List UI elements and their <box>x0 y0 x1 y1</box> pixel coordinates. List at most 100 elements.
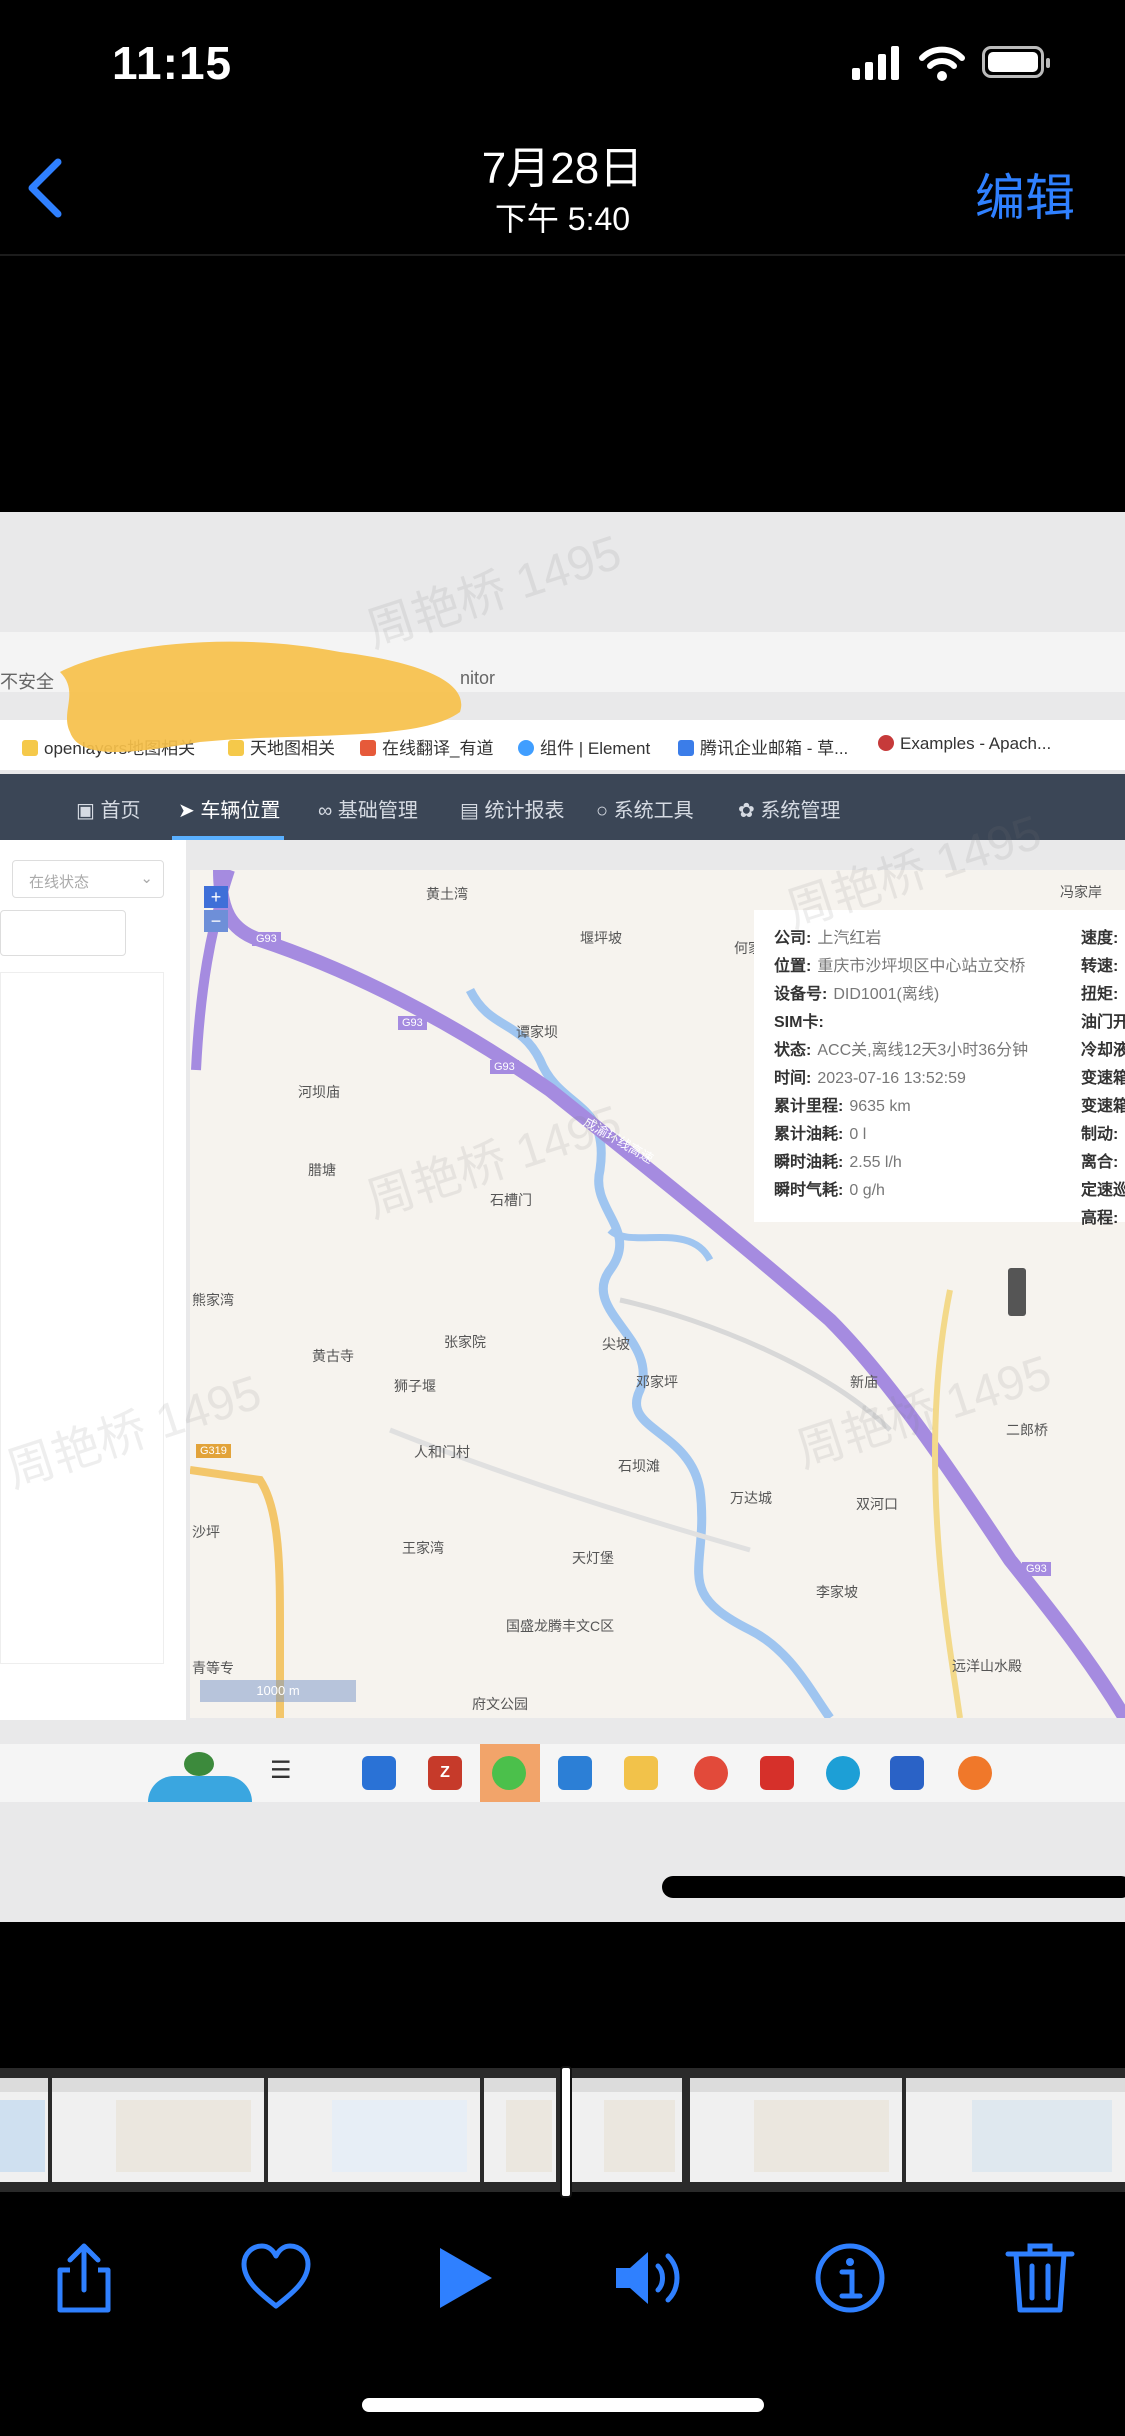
left-panel: 在线状态 ⌄ <box>0 840 186 1720</box>
map-place-label: 青等专 <box>192 1660 234 1676</box>
app-icon[interactable] <box>362 1756 396 1790</box>
vehicle-tree[interactable] <box>0 972 164 1664</box>
info-label: 变速箱 <box>1081 1098 1125 1115</box>
info-label: 冷却液 <box>1081 1042 1125 1059</box>
map-place-label: 黄古寺 <box>312 1348 354 1364</box>
nav-basic-management[interactable]: ∞ 基础管理 <box>318 794 418 823</box>
bookmark-item[interactable]: 组件 | Element <box>518 734 650 759</box>
home-indicator <box>362 2398 764 2412</box>
map-place-label: 腊塘 <box>308 1162 336 1178</box>
element-icon <box>518 740 534 756</box>
info-label: 制动: <box>1081 1126 1119 1143</box>
map-place-label: 邓家坪 <box>636 1374 678 1390</box>
speaker-icon[interactable] <box>612 2240 688 2316</box>
info-label: 高程: <box>1081 1210 1119 1227</box>
map-place-label: 天灯堡 <box>572 1550 614 1566</box>
zoom-in-button[interactable]: + <box>204 886 228 908</box>
bookmark-item[interactable]: Examples - Apach... <box>878 734 1051 754</box>
playhead[interactable] <box>560 2066 572 2198</box>
online-status-select[interactable]: 在线状态 ⌄ <box>12 860 164 898</box>
nav-divider <box>0 254 1125 256</box>
filmstrip-thumbnail <box>0 2078 48 2182</box>
filezilla-icon[interactable]: Z <box>428 1756 462 1790</box>
status-time: 11:15 <box>112 37 233 89</box>
vehicle-marker-icon[interactable] <box>1008 1268 1026 1316</box>
info-label: 扭矩: <box>1081 986 1119 1003</box>
filmstrip-thumbnail <box>268 2078 480 2182</box>
folder-icon <box>22 740 38 756</box>
app-icon[interactable] <box>890 1756 924 1790</box>
nav-reports[interactable]: ▤ 统计报表 <box>460 794 564 823</box>
map-place-label: 熊家湾 <box>192 1292 234 1308</box>
map-place-label: 黄土湾 <box>426 886 468 902</box>
map-place-label: 冯家岸 <box>1060 884 1102 900</box>
island-wallpaper-icon <box>148 1744 252 1802</box>
filmstrip-thumbnail <box>690 2078 902 2182</box>
heart-icon[interactable] <box>238 2240 314 2316</box>
map-place-label: 府文公园 <box>472 1696 528 1712</box>
task-view-icon[interactable]: ☰ <box>270 1756 304 1790</box>
nav-system-tools[interactable]: ○ 系统工具 <box>596 794 694 823</box>
map-place-label: 万达城 <box>730 1490 772 1506</box>
apache-icon <box>878 735 894 751</box>
mail-icon <box>678 740 694 756</box>
edge-icon[interactable] <box>826 1756 860 1790</box>
zoom-out-button[interactable]: − <box>204 910 228 932</box>
nav-title: 7月28日 <box>481 144 644 193</box>
info-label: 定速巡 <box>1081 1182 1125 1199</box>
info-label: 离合: <box>1081 1154 1119 1171</box>
desktop-taskbar: ☰ Z <box>0 1744 1125 1802</box>
edit-button[interactable]: 编辑 <box>975 158 1075 230</box>
map-place-label: 张家院 <box>444 1334 486 1350</box>
map-place-label: 河坝庙 <box>298 1084 340 1100</box>
map-place-label: 李家坡 <box>816 1584 858 1600</box>
road-shield: G319 <box>196 1444 231 1458</box>
info-label: 变速箱 <box>1081 1070 1125 1087</box>
nav-home[interactable]: ▣ 首页 <box>76 794 140 823</box>
cellular-signal-icon <box>852 46 902 80</box>
battery-icon <box>982 46 1050 78</box>
map-place-label: 石槽门 <box>490 1192 532 1208</box>
video-frame[interactable]: 不安全 nitor openlayers地图相关 天地图相关 在线翻译_有道 组… <box>0 512 1125 1922</box>
nav-subtitle: 下午 5:40 <box>494 201 631 237</box>
info-label: 速度: <box>1081 930 1119 947</box>
map-place-label: 二郎桥 <box>1006 1422 1048 1438</box>
filmstrip-thumbnail <box>484 2078 556 2182</box>
share-icon[interactable] <box>46 2240 122 2316</box>
filmstrip-thumbnail <box>906 2078 1125 2182</box>
recorded-home-indicator <box>662 1876 1125 1898</box>
map-place-label: 堰坪坡 <box>580 930 622 946</box>
wechat-icon[interactable] <box>480 1744 540 1802</box>
map-place-label: 王家湾 <box>402 1540 444 1556</box>
nav-system-management[interactable]: ✿ 系统管理 <box>738 794 840 823</box>
chevron-down-icon: ⌄ <box>140 870 153 887</box>
road-shield: G93 <box>252 932 281 946</box>
bookmark-item[interactable]: 腾讯企业邮箱 - 草... <box>678 734 848 759</box>
map-place-label: 沙坪 <box>192 1524 220 1540</box>
trash-icon[interactable] <box>1002 2240 1078 2316</box>
redaction-scribble <box>60 641 462 752</box>
vscode-icon[interactable] <box>558 1756 592 1790</box>
map-place-label: 石坝滩 <box>618 1458 660 1474</box>
firefox-icon[interactable] <box>958 1756 992 1790</box>
active-tab-indicator <box>172 836 284 840</box>
map-place-label: 双河口 <box>856 1496 898 1512</box>
road-shield: G93 <box>1022 1562 1051 1576</box>
filmstrip-thumbnail <box>570 2078 682 2182</box>
nav-vehicle-location[interactable]: ➤ 车辆位置 <box>178 794 280 823</box>
search-input[interactable] <box>0 910 126 956</box>
map-place-label: 国盛龙腾丰文C区 <box>506 1618 615 1634</box>
file-explorer-icon[interactable] <box>624 1756 658 1790</box>
vehicle-info-popup: 公司: 上汽红岩 位置: 重庆市沙坪坝区中心站立交桥 设备号: DID1001(离线)… <box>754 910 1125 1227</box>
play-icon[interactable] <box>426 2240 502 2316</box>
wifi-icon <box>919 46 965 81</box>
map-place-label: 狮子堰 <box>394 1378 436 1394</box>
map-place-label: 远洋山水殿 <box>952 1658 1022 1674</box>
road-shield: G93 <box>398 1016 427 1030</box>
chrome-icon[interactable] <box>694 1756 728 1790</box>
info-icon[interactable] <box>812 2240 888 2316</box>
app-icon[interactable] <box>760 1756 794 1790</box>
map-place-label: 人和门村 <box>414 1444 470 1460</box>
map-place-label: 尖坡 <box>602 1336 630 1352</box>
info-label: 转速: <box>1081 958 1119 975</box>
